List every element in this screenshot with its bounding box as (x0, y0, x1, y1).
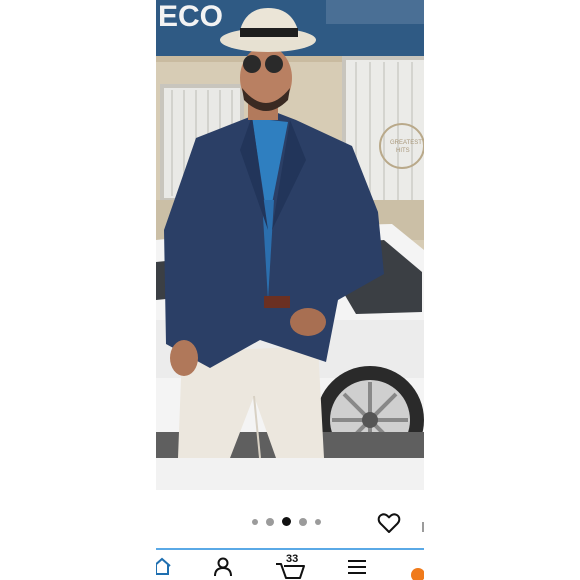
nav-cart[interactable]: 33 (274, 553, 306, 580)
home-icon (156, 557, 171, 575)
product-photo-illustration: ECO GREATEST HITS (156, 0, 424, 458)
nav-home[interactable] (156, 556, 172, 580)
nav-menu[interactable] (346, 556, 368, 580)
window-decal-line-1: GREATEST (390, 140, 422, 146)
window-decal-line-2: HITS (396, 148, 410, 154)
nav-account[interactable] (212, 556, 234, 580)
nav-badge-dot[interactable] (411, 568, 424, 580)
phone-screen: ECO GREATEST HITS 33 (156, 0, 424, 580)
carousel-dot-1[interactable] (252, 518, 258, 525)
image-bottom-strip (156, 458, 424, 490)
storefront-sign: ECO (158, 0, 223, 33)
bottom-navigation: 33 (156, 548, 424, 580)
product-image[interactable]: ECO GREATEST HITS (156, 0, 424, 458)
wishlist-button[interactable] (376, 510, 402, 536)
menu-icon (348, 560, 366, 574)
carousel-dot-3-active[interactable] (282, 517, 291, 526)
carousel-dot-2[interactable] (266, 517, 274, 526)
cart-count-badge: 33 (286, 553, 299, 565)
person-icon (214, 557, 232, 577)
carousel-dots[interactable] (252, 517, 321, 526)
carousel-dot-4[interactable] (299, 517, 307, 526)
carousel-dot-5[interactable] (315, 518, 321, 525)
heart-outline-icon (377, 513, 401, 533)
next-image-peek (422, 522, 424, 532)
carousel-row (156, 500, 424, 544)
